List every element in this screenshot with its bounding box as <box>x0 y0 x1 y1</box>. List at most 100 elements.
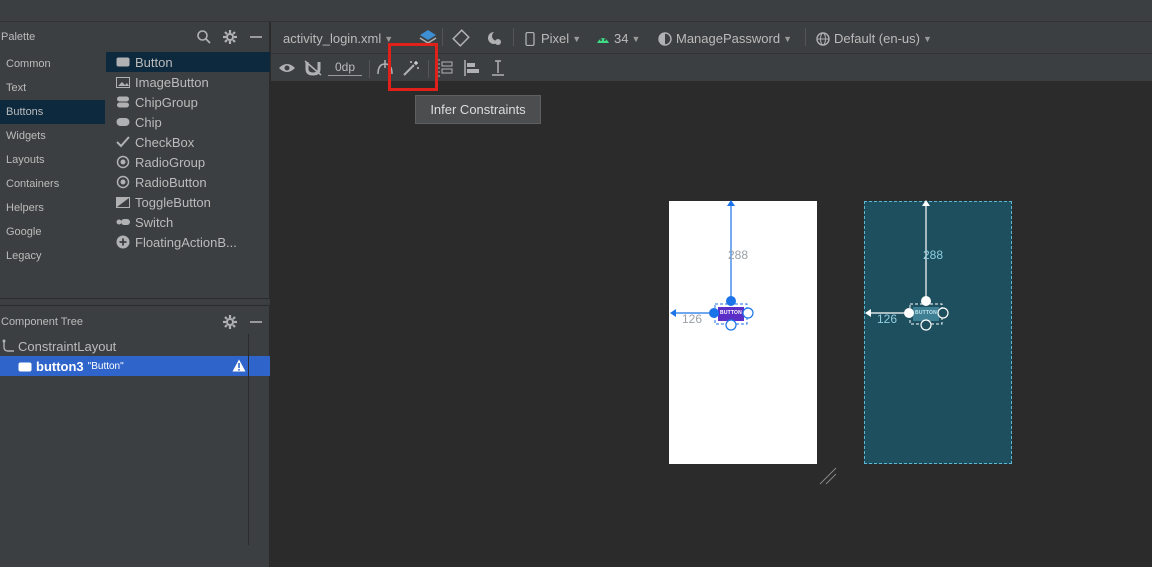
widget-radio-button[interactable]: RadioButton <box>106 172 270 192</box>
category-containers[interactable]: Containers <box>0 172 105 196</box>
category-common[interactable]: Common <box>0 52 105 76</box>
chevron-down-icon: ▼ <box>783 33 792 44</box>
category-google[interactable]: Google <box>0 220 105 244</box>
resize-handle-icon[interactable] <box>818 466 838 486</box>
minimize-icon[interactable] <box>248 29 264 45</box>
orientation-icon[interactable] <box>452 29 470 47</box>
tree-item-button3[interactable]: button3 "Button" <box>0 356 270 376</box>
infer-constraints-tooltip: Infer Constraints <box>415 95 541 124</box>
widget-floating-action-button[interactable]: FloatingActionB... <box>106 232 270 252</box>
category-legacy[interactable]: Legacy <box>0 244 105 268</box>
align-icon[interactable] <box>463 59 481 77</box>
component-tree-header: Component Tree <box>0 307 270 337</box>
widget-label: Chip <box>135 114 162 130</box>
widget-image-button[interactable]: ImageButton <box>106 72 270 92</box>
guidelines-icon[interactable] <box>436 59 454 77</box>
category-widgets[interactable]: Widgets <box>0 124 105 148</box>
search-icon[interactable] <box>196 29 212 45</box>
window-title-strip <box>0 0 1152 22</box>
widget-label: ImageButton <box>135 74 209 90</box>
device-name: Pixel <box>541 31 570 46</box>
checkmark-icon <box>116 136 130 148</box>
android-icon <box>596 33 610 45</box>
design-horizontal-margin-label: 126 <box>682 312 703 326</box>
api-dropdown[interactable]: 34 ▼ <box>596 31 640 46</box>
blueprint-horizontal-margin-label: 126 <box>877 312 898 326</box>
widget-radio-group[interactable]: RadioGroup <box>106 152 270 172</box>
theme-dropdown[interactable]: ManagePassword ▼ <box>658 31 792 46</box>
design-button-label[interactable]: BUTTON <box>719 310 743 316</box>
gear-icon[interactable] <box>222 29 238 45</box>
widget-label: CheckBox <box>135 134 195 150</box>
switch-icon <box>116 216 130 228</box>
tree-item-text: "Button" <box>87 360 124 372</box>
default-margin-field[interactable]: 0dp <box>328 58 362 76</box>
constraint-layout-icon <box>2 339 18 353</box>
toolbar-separator <box>369 60 370 78</box>
baseline-icon[interactable] <box>489 59 507 77</box>
plus-circle-icon <box>116 235 130 249</box>
radio-group-icon <box>116 155 130 169</box>
globe-icon <box>816 31 830 46</box>
night-mode-icon[interactable] <box>486 30 504 48</box>
blueprint-vertical-margin-label: 288 <box>923 248 944 262</box>
chevron-down-icon: ▼ <box>572 33 582 44</box>
chevron-down-icon: ▼ <box>631 33 641 44</box>
widget-switch[interactable]: Switch <box>106 212 270 232</box>
toolbar-separator <box>513 28 514 46</box>
tree-item-constraint-layout[interactable]: ConstraintLayout <box>0 336 270 356</box>
minimize-icon[interactable] <box>248 314 264 330</box>
magnet-off-icon[interactable] <box>304 59 322 77</box>
widget-label: RadioButton <box>135 174 207 190</box>
radio-button-icon <box>116 175 130 189</box>
toolbar-separator <box>442 28 443 46</box>
chip-icon <box>116 116 130 128</box>
blueprint-button-label[interactable]: BUTTON <box>914 310 938 316</box>
device-dropdown[interactable]: Pixel ▼ <box>525 31 581 46</box>
palette-categories: Common Text Buttons Widgets Layouts Cont… <box>0 52 105 268</box>
locale-dropdown[interactable]: Default (en-us) ▼ <box>816 31 932 46</box>
category-helpers[interactable]: Helpers <box>0 196 105 220</box>
widget-chip[interactable]: Chip <box>106 112 270 132</box>
tree-item-label: button3 <box>36 358 84 374</box>
tree-item-label: ConstraintLayout <box>18 338 117 354</box>
widget-toggle-button[interactable]: ToggleButton <box>106 192 270 212</box>
theme-name: ManagePassword <box>676 31 781 46</box>
chevron-down-icon: ▼ <box>384 33 394 44</box>
widget-button[interactable]: Button <box>106 52 270 72</box>
widget-label: RadioGroup <box>135 154 206 170</box>
theme-icon <box>658 31 672 46</box>
widget-chip-group[interactable]: ChipGroup <box>106 92 270 112</box>
category-text[interactable]: Text <box>0 76 105 100</box>
palette-title: Palette <box>1 31 36 43</box>
widget-label: Button <box>135 54 173 70</box>
phone-icon <box>525 31 535 46</box>
button-icon <box>18 360 32 372</box>
component-tree-title: Component Tree <box>1 316 83 328</box>
file-name: activity_login.xml <box>283 31 382 46</box>
design-vertical-margin-label: 288 <box>728 248 749 262</box>
component-tree: ConstraintLayout button3 "Button" <box>0 336 270 376</box>
chevron-down-icon: ▼ <box>922 33 932 44</box>
left-panel: Palette Common Text Buttons Widgets Layo… <box>0 22 270 567</box>
panel-divider[interactable] <box>0 298 270 306</box>
infer-constraints-highlight <box>388 43 438 91</box>
locale-name: Default (en-us) <box>834 31 920 46</box>
file-dropdown[interactable]: activity_login.xml ▼ <box>283 31 393 46</box>
image-button-icon <box>116 76 130 88</box>
gear-icon[interactable] <box>222 314 238 330</box>
api-level: 34 <box>614 31 629 46</box>
palette-widgets: Button ImageButton ChipGroup Chip CheckB… <box>106 52 270 252</box>
toggle-button-icon <box>116 196 130 208</box>
category-layouts[interactable]: Layouts <box>0 148 105 172</box>
warning-icon[interactable] <box>232 359 246 373</box>
eye-icon[interactable] <box>278 59 296 77</box>
category-buttons[interactable]: Buttons <box>0 100 105 124</box>
widget-label: ToggleButton <box>135 194 211 210</box>
widget-label: FloatingActionB... <box>135 234 237 250</box>
tree-column-divider <box>248 334 249 545</box>
button-icon <box>116 56 130 68</box>
widget-label: ChipGroup <box>135 94 198 110</box>
widget-label: Switch <box>135 214 174 230</box>
widget-checkbox[interactable]: CheckBox <box>106 132 270 152</box>
